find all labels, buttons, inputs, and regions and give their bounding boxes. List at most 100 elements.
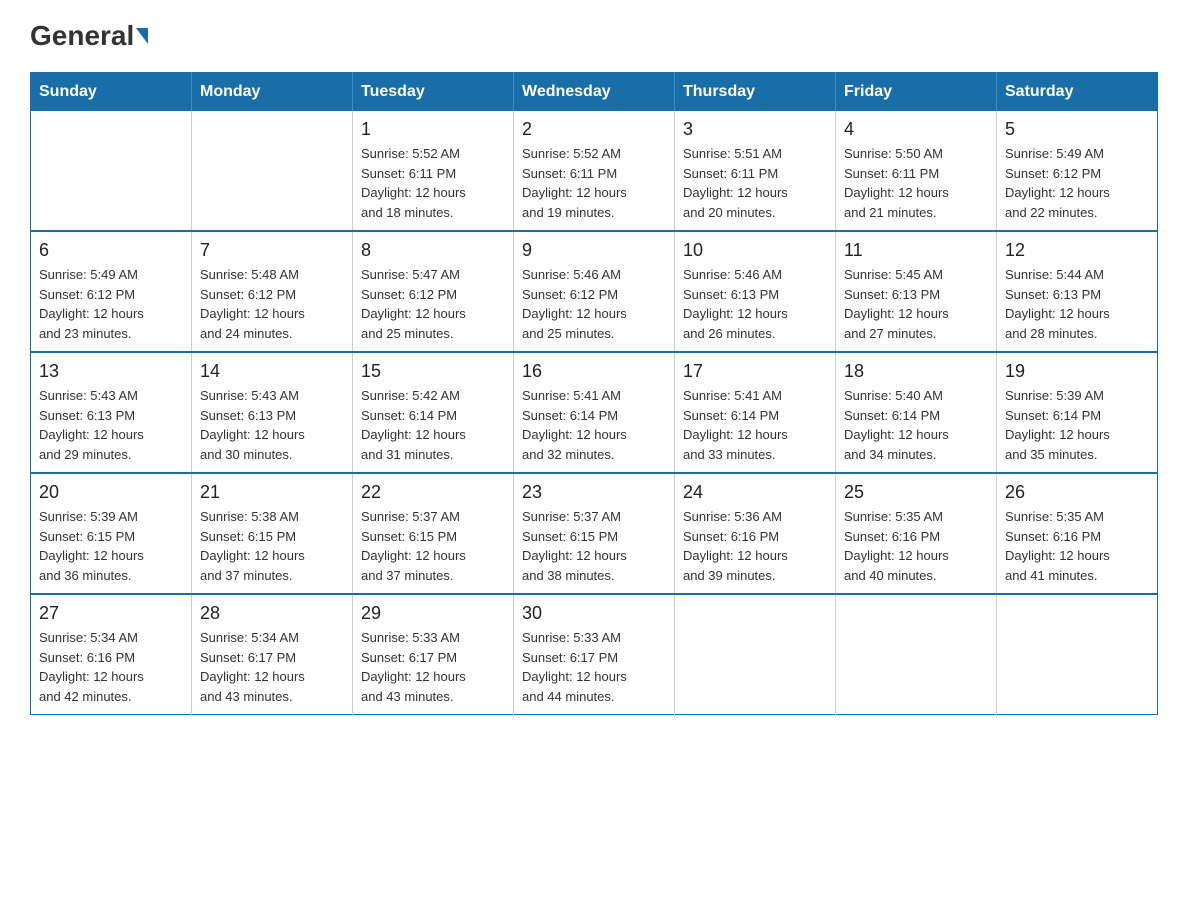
day-info: Sunrise: 5:51 AMSunset: 6:11 PMDaylight:… xyxy=(683,144,827,222)
day-number: 30 xyxy=(522,603,666,624)
day-info: Sunrise: 5:52 AMSunset: 6:11 PMDaylight:… xyxy=(361,144,505,222)
day-number: 19 xyxy=(1005,361,1149,382)
calendar-cell: 29Sunrise: 5:33 AMSunset: 6:17 PMDayligh… xyxy=(353,594,514,715)
calendar-cell: 1 Sunrise: 5:52 AMSunset: 6:11 PMDaylight… xyxy=(353,111,514,231)
day-number: 5 xyxy=(1005,119,1149,140)
calendar-week-row: 1 Sunrise: 5:52 AMSunset: 6:11 PMDaylight… xyxy=(31,111,1158,231)
logo-arrow-icon xyxy=(136,28,148,44)
day-number: 6 xyxy=(39,240,183,261)
calendar-cell: 5 Sunrise: 5:49 AMSunset: 6:12 PMDaylight… xyxy=(997,111,1158,231)
day-info: Sunrise: 5:40 AMSunset: 6:14 PMDaylight:… xyxy=(844,386,988,464)
calendar-body: 1 Sunrise: 5:52 AMSunset: 6:11 PMDaylight… xyxy=(31,111,1158,715)
day-info: Sunrise: 5:39 AMSunset: 6:15 PMDaylight:… xyxy=(39,507,183,585)
calendar-cell: 2 Sunrise: 5:52 AMSunset: 6:11 PMDaylight… xyxy=(514,111,675,231)
day-number: 1 xyxy=(361,119,505,140)
weekday-header-monday: Monday xyxy=(192,73,353,112)
day-info: Sunrise: 5:36 AMSunset: 6:16 PMDaylight:… xyxy=(683,507,827,585)
day-number: 18 xyxy=(844,361,988,382)
calendar-cell: 8 Sunrise: 5:47 AMSunset: 6:12 PMDaylight… xyxy=(353,231,514,352)
day-number: 23 xyxy=(522,482,666,503)
day-info: Sunrise: 5:46 AMSunset: 6:13 PMDaylight:… xyxy=(683,265,827,343)
calendar-cell: 10Sunrise: 5:46 AMSunset: 6:13 PMDayligh… xyxy=(675,231,836,352)
calendar-week-row: 6 Sunrise: 5:49 AMSunset: 6:12 PMDaylight… xyxy=(31,231,1158,352)
day-number: 3 xyxy=(683,119,827,140)
day-number: 2 xyxy=(522,119,666,140)
day-info: Sunrise: 5:47 AMSunset: 6:12 PMDaylight:… xyxy=(361,265,505,343)
calendar-cell: 13 Sunrise: 5:43 AMSunset: 6:13 PMDayligh… xyxy=(31,352,192,473)
day-info: Sunrise: 5:34 AMSunset: 6:17 PMDaylight:… xyxy=(200,628,344,706)
calendar-week-row: 13 Sunrise: 5:43 AMSunset: 6:13 PMDayligh… xyxy=(31,352,1158,473)
calendar-cell: 21 Sunrise: 5:38 AMSunset: 6:15 PMDayligh… xyxy=(192,473,353,594)
calendar-cell xyxy=(675,594,836,715)
calendar-week-row: 27 Sunrise: 5:34 AMSunset: 6:16 PMDayligh… xyxy=(31,594,1158,715)
calendar-cell: 17 Sunrise: 5:41 AMSunset: 6:14 PMDayligh… xyxy=(675,352,836,473)
day-info: Sunrise: 5:48 AMSunset: 6:12 PMDaylight:… xyxy=(200,265,344,343)
day-number: 25 xyxy=(844,482,988,503)
calendar-cell: 4 Sunrise: 5:50 AMSunset: 6:11 PMDaylight… xyxy=(836,111,997,231)
weekday-header-sunday: Sunday xyxy=(31,73,192,112)
day-info: Sunrise: 5:42 AMSunset: 6:14 PMDaylight:… xyxy=(361,386,505,464)
day-info: Sunrise: 5:37 AMSunset: 6:15 PMDaylight:… xyxy=(361,507,505,585)
day-info: Sunrise: 5:43 AMSunset: 6:13 PMDaylight:… xyxy=(200,386,344,464)
calendar-cell: 12Sunrise: 5:44 AMSunset: 6:13 PMDayligh… xyxy=(997,231,1158,352)
day-number: 7 xyxy=(200,240,344,261)
day-number: 29 xyxy=(361,603,505,624)
weekday-header-thursday: Thursday xyxy=(675,73,836,112)
calendar-header: SundayMondayTuesdayWednesdayThursdayFrid… xyxy=(31,73,1158,112)
calendar-cell: 15Sunrise: 5:42 AMSunset: 6:14 PMDayligh… xyxy=(353,352,514,473)
calendar-cell: 3 Sunrise: 5:51 AMSunset: 6:11 PMDaylight… xyxy=(675,111,836,231)
calendar-cell: 24 Sunrise: 5:36 AMSunset: 6:16 PMDayligh… xyxy=(675,473,836,594)
calendar-table: SundayMondayTuesdayWednesdayThursdayFrid… xyxy=(30,72,1158,715)
day-info: Sunrise: 5:41 AMSunset: 6:14 PMDaylight:… xyxy=(522,386,666,464)
page-header: General xyxy=(30,20,1158,52)
day-number: 21 xyxy=(200,482,344,503)
calendar-cell: 9Sunrise: 5:46 AMSunset: 6:12 PMDaylight… xyxy=(514,231,675,352)
day-number: 17 xyxy=(683,361,827,382)
calendar-cell: 16Sunrise: 5:41 AMSunset: 6:14 PMDayligh… xyxy=(514,352,675,473)
day-number: 20 xyxy=(39,482,183,503)
day-number: 14 xyxy=(200,361,344,382)
day-number: 8 xyxy=(361,240,505,261)
logo: General xyxy=(30,20,150,52)
calendar-cell: 18 Sunrise: 5:40 AMSunset: 6:14 PMDayligh… xyxy=(836,352,997,473)
weekday-header-tuesday: Tuesday xyxy=(353,73,514,112)
day-number: 24 xyxy=(683,482,827,503)
day-info: Sunrise: 5:33 AMSunset: 6:17 PMDaylight:… xyxy=(522,628,666,706)
weekday-header-saturday: Saturday xyxy=(997,73,1158,112)
day-info: Sunrise: 5:52 AMSunset: 6:11 PMDaylight:… xyxy=(522,144,666,222)
day-info: Sunrise: 5:49 AMSunset: 6:12 PMDaylight:… xyxy=(39,265,183,343)
calendar-cell xyxy=(31,111,192,231)
day-info: Sunrise: 5:45 AMSunset: 6:13 PMDaylight:… xyxy=(844,265,988,343)
day-number: 22 xyxy=(361,482,505,503)
day-number: 27 xyxy=(39,603,183,624)
day-number: 26 xyxy=(1005,482,1149,503)
day-number: 11 xyxy=(844,240,988,261)
calendar-cell: 7 Sunrise: 5:48 AMSunset: 6:12 PMDaylight… xyxy=(192,231,353,352)
logo-general-text: General xyxy=(30,20,134,52)
calendar-cell: 14 Sunrise: 5:43 AMSunset: 6:13 PMDayligh… xyxy=(192,352,353,473)
calendar-cell: 27 Sunrise: 5:34 AMSunset: 6:16 PMDayligh… xyxy=(31,594,192,715)
day-info: Sunrise: 5:49 AMSunset: 6:12 PMDaylight:… xyxy=(1005,144,1149,222)
calendar-cell xyxy=(997,594,1158,715)
day-info: Sunrise: 5:35 AMSunset: 6:16 PMDaylight:… xyxy=(1005,507,1149,585)
day-number: 9 xyxy=(522,240,666,261)
day-info: Sunrise: 5:41 AMSunset: 6:14 PMDaylight:… xyxy=(683,386,827,464)
calendar-cell: 20 Sunrise: 5:39 AMSunset: 6:15 PMDayligh… xyxy=(31,473,192,594)
calendar-cell: 19Sunrise: 5:39 AMSunset: 6:14 PMDayligh… xyxy=(997,352,1158,473)
day-number: 28 xyxy=(200,603,344,624)
calendar-cell: 22 Sunrise: 5:37 AMSunset: 6:15 PMDayligh… xyxy=(353,473,514,594)
calendar-cell xyxy=(836,594,997,715)
calendar-cell: 25 Sunrise: 5:35 AMSunset: 6:16 PMDayligh… xyxy=(836,473,997,594)
day-number: 13 xyxy=(39,361,183,382)
day-info: Sunrise: 5:35 AMSunset: 6:16 PMDaylight:… xyxy=(844,507,988,585)
day-info: Sunrise: 5:50 AMSunset: 6:11 PMDaylight:… xyxy=(844,144,988,222)
calendar-cell: 6 Sunrise: 5:49 AMSunset: 6:12 PMDaylight… xyxy=(31,231,192,352)
day-info: Sunrise: 5:38 AMSunset: 6:15 PMDaylight:… xyxy=(200,507,344,585)
day-info: Sunrise: 5:34 AMSunset: 6:16 PMDaylight:… xyxy=(39,628,183,706)
day-number: 12 xyxy=(1005,240,1149,261)
day-info: Sunrise: 5:43 AMSunset: 6:13 PMDaylight:… xyxy=(39,386,183,464)
calendar-cell: 30 Sunrise: 5:33 AMSunset: 6:17 PMDayligh… xyxy=(514,594,675,715)
calendar-cell: 26 Sunrise: 5:35 AMSunset: 6:16 PMDayligh… xyxy=(997,473,1158,594)
day-number: 4 xyxy=(844,119,988,140)
weekday-header-wednesday: Wednesday xyxy=(514,73,675,112)
